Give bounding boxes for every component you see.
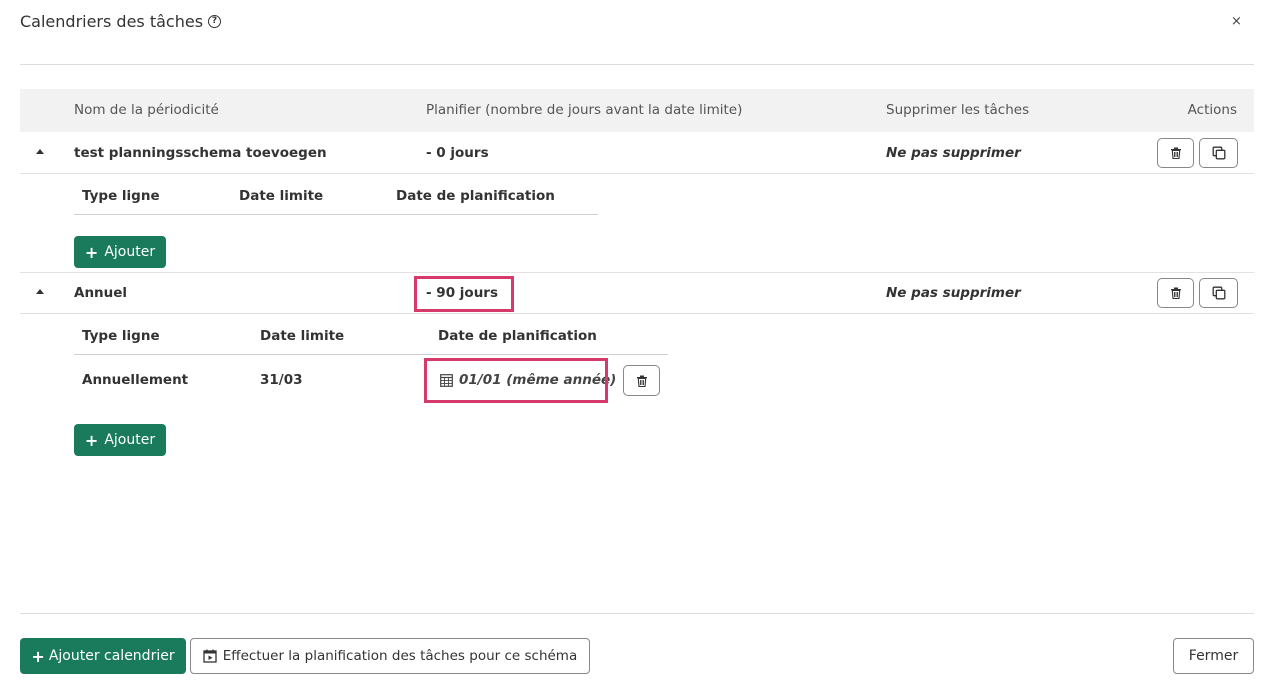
- header-name: Nom de la périodicité: [74, 102, 219, 118]
- delete-sub-row-button[interactable]: [623, 365, 660, 396]
- add-button[interactable]: + Ajouter: [74, 236, 166, 268]
- collapse-caret-icon[interactable]: [36, 149, 44, 154]
- dialog-title-text: Calendriers des tâches: [20, 12, 204, 31]
- sub-header-type: Type ligne: [82, 188, 160, 204]
- row-delete: Ne pas supprimer: [886, 145, 1021, 161]
- highlight-box: [424, 358, 608, 403]
- copy-icon: [1212, 286, 1225, 300]
- delete-row-button[interactable]: [1157, 138, 1194, 168]
- divider: [20, 64, 1254, 65]
- table-row: Annuel - 90 jours Ne pas supprimer: [20, 272, 1254, 314]
- sub-header-planning: Date de planification: [438, 328, 597, 344]
- row-name: Annuel: [74, 285, 128, 301]
- collapse-caret-icon[interactable]: [36, 289, 44, 294]
- copy-row-button[interactable]: [1199, 138, 1238, 168]
- header-actions: Actions: [1187, 102, 1237, 118]
- add-calendar-button[interactable]: + Ajouter calendrier: [20, 638, 186, 674]
- sub-header-planning: Date de planification: [396, 188, 555, 204]
- header-plan: Planifier (nombre de jours avant la date…: [426, 102, 743, 118]
- divider: [20, 613, 1254, 614]
- copy-icon: [1212, 146, 1225, 160]
- plus-icon: +: [31, 646, 45, 666]
- copy-row-button[interactable]: [1199, 278, 1238, 308]
- close-button[interactable]: Fermer: [1173, 638, 1254, 674]
- add-calendar-label: Ajouter calendrier: [48, 648, 175, 664]
- run-planning-label: Effectuer la planification des tâches po…: [222, 648, 578, 664]
- close-icon[interactable]: ×: [1231, 14, 1242, 29]
- add-button[interactable]: + Ajouter: [74, 424, 166, 456]
- sub-row-date: 31/03: [260, 372, 303, 388]
- highlight-box: [414, 276, 514, 312]
- row-plan: - 0 jours: [426, 145, 489, 161]
- sub-row-type: Annuellement: [82, 372, 189, 388]
- table-header: Nom de la périodicité Planifier (nombre …: [20, 89, 1254, 132]
- calendar-play-icon: [203, 649, 217, 663]
- row-delete: Ne pas supprimer: [886, 285, 1021, 301]
- add-button-label: Ajouter: [104, 244, 156, 260]
- plus-icon: +: [84, 430, 99, 450]
- sub-header-date: Date limite: [239, 188, 324, 204]
- trash-icon: [1170, 287, 1181, 299]
- delete-row-button[interactable]: [1157, 278, 1194, 308]
- sub-table-divider: [74, 214, 598, 215]
- sub-header-date: Date limite: [260, 328, 345, 344]
- header-delete: Supprimer les tâches: [886, 102, 1030, 118]
- help-icon[interactable]: ?: [208, 15, 222, 28]
- row-name: test planningsschema toevoegen: [74, 145, 327, 161]
- dialog-title: Calendriers des tâches ?: [20, 12, 222, 31]
- plus-icon: +: [84, 242, 99, 262]
- trash-icon: [636, 375, 647, 387]
- run-planning-button[interactable]: Effectuer la planification des tâches po…: [190, 638, 590, 674]
- sub-header-type: Type ligne: [82, 328, 160, 344]
- close-button-label: Fermer: [1188, 648, 1239, 664]
- trash-icon: [1170, 147, 1181, 159]
- add-button-label: Ajouter: [104, 432, 156, 448]
- sub-table-divider: [74, 354, 668, 355]
- table-row: test planningsschema toevoegen - 0 jours…: [20, 132, 1254, 174]
